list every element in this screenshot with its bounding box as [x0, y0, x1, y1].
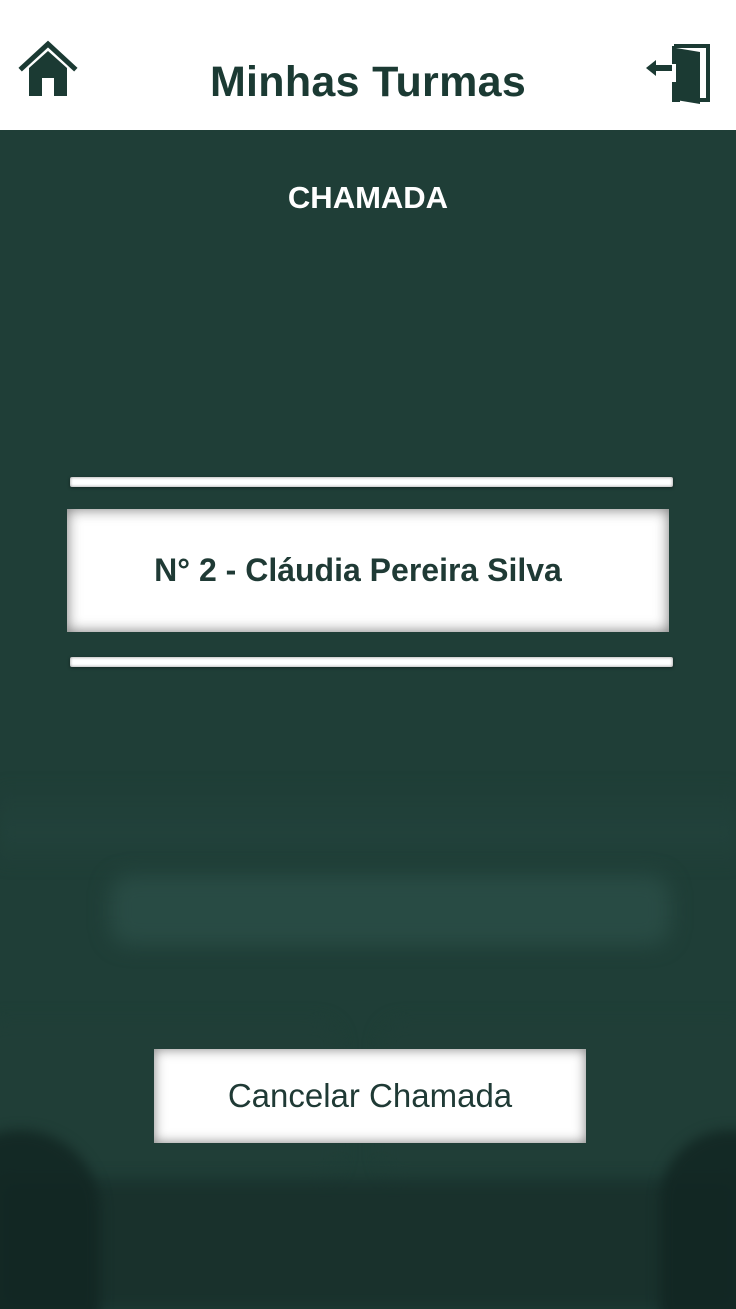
divider-bottom — [70, 657, 673, 667]
background-floor — [0, 1180, 736, 1309]
attendance-screen: Minhas Turmas CHAMADA N° 2 - Cláudia Per… — [0, 0, 736, 1309]
background-desk — [110, 875, 670, 945]
logout-door-icon — [646, 44, 710, 104]
current-student-card[interactable]: N° 2 - Cláudia Pereira Silva — [67, 509, 669, 632]
background-blur-band — [0, 780, 736, 870]
cancel-attendance-button[interactable]: Cancelar Chamada — [154, 1049, 586, 1143]
logout-button[interactable] — [644, 42, 710, 106]
divider-top — [70, 477, 673, 487]
section-title: CHAMADA — [287, 180, 449, 215]
app-header: Minhas Turmas — [0, 0, 736, 130]
student-name: N° 2 - Cláudia Pereira Silva — [154, 552, 562, 588]
page-title: Minhas Turmas — [209, 58, 527, 106]
